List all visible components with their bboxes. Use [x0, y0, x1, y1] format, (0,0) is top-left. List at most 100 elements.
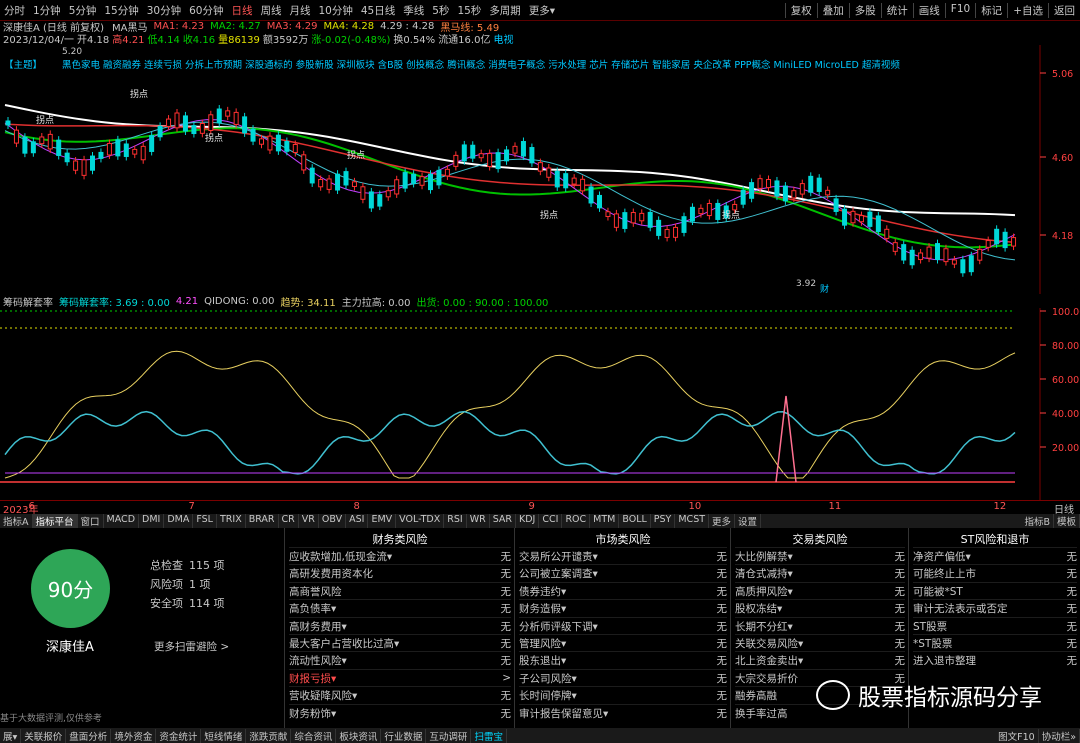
period-tab[interactable]: 多周期: [485, 3, 525, 18]
risk-item[interactable]: 关联交易风险▾ 无: [735, 634, 905, 652]
indicator-tab-right[interactable]: 指标B: [1021, 514, 1054, 528]
bottom-tab[interactable]: 关联报价: [21, 728, 67, 743]
more-scan-link[interactable]: 更多扫雷避险 >: [154, 639, 229, 654]
indicator-tab[interactable]: BRAR: [246, 514, 279, 528]
toolbar-button[interactable]: F10: [944, 2, 975, 18]
risk-item[interactable]: 子公司风险▾ 无: [519, 668, 727, 687]
risk-item[interactable]: 清仓式减持▾ 无: [735, 564, 905, 582]
candlestick-chart[interactable]: 【主题】 黑色家电 融资融券 连续亏损 分拆上市预期 深股通标的 参股新股 深圳…: [0, 45, 1080, 294]
period-tab[interactable]: 45日线: [357, 3, 399, 18]
risk-item[interactable]: 高商誉风险 无: [289, 581, 511, 600]
indicator-tab[interactable]: EMV: [368, 514, 397, 528]
risk-item[interactable]: 可能终止上市 无: [913, 564, 1077, 582]
indicator-tab[interactable]: 设置: [735, 514, 762, 528]
risk-item[interactable]: 流动性风险▾ 无: [289, 651, 511, 669]
period-tab[interactable]: 更多▾: [525, 3, 559, 18]
indicator-tab[interactable]: OBV: [319, 514, 347, 528]
toolbar-button[interactable]: 统计: [880, 2, 913, 18]
indicator-tab[interactable]: BOLL: [619, 514, 651, 528]
toolbar-button[interactable]: 标记: [975, 2, 1007, 18]
bottom-tab[interactable]: 盘面分析: [66, 728, 112, 743]
indicator-tab[interactable]: 更多: [709, 514, 736, 528]
period-tab[interactable]: 月线: [286, 3, 315, 18]
bottom-tab[interactable]: 扫雷宝: [471, 728, 507, 743]
bottom-tab[interactable]: 行业数据: [381, 728, 427, 743]
bottom-tab[interactable]: 涨跌贡献: [246, 728, 292, 743]
risk-item[interactable]: 长期不分红▾ 无: [735, 616, 905, 635]
indicator-tab[interactable]: WR: [467, 514, 490, 528]
period-tab[interactable]: 5分钟: [65, 3, 101, 18]
indicator-tab[interactable]: TRIX: [217, 514, 246, 528]
indicator-tab[interactable]: ROC: [562, 514, 591, 528]
bottom-tab[interactable]: 综合资讯: [291, 728, 337, 743]
toolbar-button[interactable]: +自选: [1007, 2, 1048, 18]
indicator-tab[interactable]: ASI: [346, 514, 369, 528]
risk-item[interactable]: 北上资金卖出▾ 无: [735, 651, 905, 669]
risk-item[interactable]: 应收款增加,低现金流▾ 无: [289, 547, 511, 565]
indicator-tab[interactable]: MCST: [675, 514, 710, 528]
period-tab[interactable]: 5秒: [428, 3, 453, 18]
indicator-tab[interactable]: RSI: [444, 514, 467, 528]
risk-item[interactable]: ST股票 无: [913, 616, 1077, 635]
toolbar-button[interactable]: 返回: [1048, 2, 1080, 18]
risk-item[interactable]: 债券违约▾ 无: [519, 581, 727, 600]
bottom-tab[interactable]: 展▾: [0, 728, 22, 743]
risk-item[interactable]: 股权冻结▾ 无: [735, 599, 905, 617]
bottom-tab[interactable]: 互动调研: [426, 728, 472, 743]
risk-item[interactable]: 高研发费用资本化 无: [289, 564, 511, 582]
bottom-right-button[interactable]: 图文F10: [995, 728, 1039, 743]
indicator-tab[interactable]: CCI: [539, 514, 563, 528]
bottom-right-button[interactable]: 协动栏»: [1039, 728, 1080, 743]
risk-item[interactable]: 审计无法表示或否定 无: [913, 599, 1077, 617]
bottom-tab[interactable]: 境外资金: [111, 728, 157, 743]
risk-item[interactable]: 进入退市整理 无: [913, 651, 1077, 669]
risk-item[interactable]: 财报亏损▾ >: [289, 668, 511, 687]
period-tab[interactable]: 1分钟: [29, 3, 65, 18]
risk-item[interactable]: 营收疑降风险▾ 无: [289, 686, 511, 704]
bottom-tab[interactable]: 短线情绪: [201, 728, 247, 743]
toolbar-button[interactable]: 复权: [784, 2, 817, 18]
period-tab[interactable]: 60分钟: [185, 3, 227, 18]
period-tab[interactable]: 周线: [257, 3, 286, 18]
indicator-tab[interactable]: VR: [299, 514, 319, 528]
risk-item[interactable]: 长时间停牌▾ 无: [519, 686, 727, 704]
risk-item[interactable]: 管理风险▾ 无: [519, 634, 727, 652]
indicator-tab[interactable]: FSL: [193, 514, 217, 528]
period-tab[interactable]: 日线: [228, 3, 257, 18]
indicator-tab[interactable]: SAR: [490, 514, 517, 528]
risk-item[interactable]: 财务粉饰▾ 无: [289, 703, 511, 722]
risk-item[interactable]: 最大客户占营收比过高▾ 无: [289, 634, 511, 652]
indicator-tab[interactable]: CR: [279, 514, 299, 528]
bottom-tab[interactable]: 资金统计: [156, 728, 202, 743]
indicator-tab[interactable]: MACD: [104, 514, 140, 528]
toolbar-button[interactable]: 叠加: [816, 2, 849, 18]
period-tab[interactable]: 15分钟: [100, 3, 142, 18]
risk-item[interactable]: 审计报告保留意见▾ 无: [519, 703, 727, 722]
toolbar-button[interactable]: 多股: [848, 2, 881, 18]
indicator-tab[interactable]: KDJ: [516, 514, 540, 528]
indicator-tab[interactable]: DMA: [164, 514, 194, 528]
risk-item[interactable]: 交易所公开谴责▾ 无: [519, 547, 727, 565]
risk-item[interactable]: 可能被*ST 无: [913, 581, 1077, 600]
indicator-tab-right[interactable]: 模板: [1054, 514, 1080, 528]
risk-item[interactable]: 分析师评级下调▾ 无: [519, 616, 727, 635]
risk-item[interactable]: *ST股票 无: [913, 634, 1077, 652]
period-tab[interactable]: 30分钟: [143, 3, 185, 18]
toolbar-button[interactable]: 画线: [912, 2, 945, 18]
indicator-tab[interactable]: MTM: [590, 514, 620, 528]
indicator-tab[interactable]: 指标A: [0, 514, 33, 528]
risk-item[interactable]: 大比例解禁▾ 无: [735, 547, 905, 565]
risk-item[interactable]: 高负债率▾ 无: [289, 599, 511, 617]
period-tab[interactable]: 季线: [399, 3, 428, 18]
period-tab[interactable]: 分时: [0, 3, 29, 18]
indicator-chart[interactable]: 100.00 80.00 60.00 40.00 20.00: [0, 308, 1080, 508]
period-tab[interactable]: 10分钟: [315, 3, 357, 18]
risk-item[interactable]: 高财务费用▾ 无: [289, 616, 511, 635]
risk-item[interactable]: 高质押风险▾ 无: [735, 581, 905, 600]
indicator-tab[interactable]: DMI: [139, 514, 165, 528]
risk-item[interactable]: 净资产偏低▾ 无: [913, 547, 1077, 565]
risk-item[interactable]: 股东退出▾ 无: [519, 651, 727, 669]
period-tab[interactable]: 15秒: [453, 3, 485, 18]
indicator-tab[interactable]: VOL-TDX: [396, 514, 445, 528]
indicator-tab[interactable]: 窗口: [78, 514, 104, 528]
